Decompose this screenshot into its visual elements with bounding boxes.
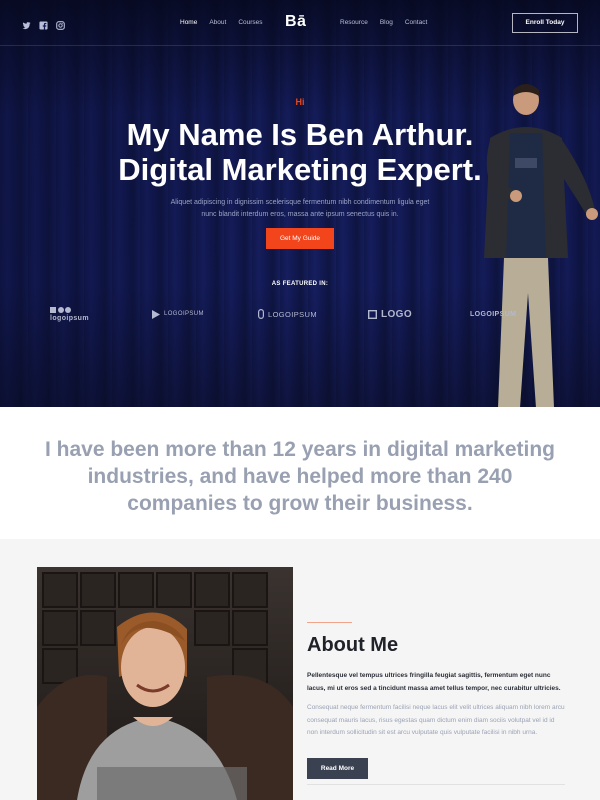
logoipsum-drop-icon (258, 309, 264, 319)
social-links (22, 17, 65, 30)
about-accent-line (307, 622, 352, 623)
logoipsum-play-icon (152, 309, 160, 319)
about-section: About Me Pellentesque vel tempus ultrice… (0, 539, 600, 800)
brand-logo-3: LOGOIPSUM (258, 303, 317, 325)
logoipsum-mark-icon (50, 306, 71, 313)
instagram-icon[interactable] (56, 17, 65, 30)
hero-headline-line2: Digital Marketing Expert. (118, 152, 482, 187)
facebook-icon[interactable] (39, 17, 48, 30)
nav-link-blog[interactable]: Blog (380, 19, 393, 26)
brand-logo-3-text: LOGOIPSUM (268, 309, 318, 319)
brand-logo-4: LOGO (368, 303, 412, 325)
about-title: About Me (307, 634, 399, 656)
portrait-image (37, 567, 293, 800)
about-lead-text: Pellentesque vel tempus ultrices fringil… (307, 672, 561, 692)
featured-logos: logoipsum LOGOIPSUM LOGOIPSUM LOGO LOGOI… (0, 303, 600, 325)
hero-greeting: Hi (295, 97, 305, 107)
hero-section: Home About Courses Bā Resource Blog Cont… (0, 0, 600, 407)
brand-logo-1: logoipsum (50, 303, 89, 325)
nav-links-right: Resource Blog Contact (340, 19, 427, 26)
brand-logo-4-text: LOGO (381, 308, 413, 320)
brand-logo-2-text: LOGOIPSUM (164, 311, 204, 317)
featured-in-label: AS FEATURED IN: (271, 281, 329, 287)
nav-links-left: Home About Courses (180, 19, 263, 26)
twitter-icon[interactable] (22, 17, 31, 30)
hero-subtext: Aliquet adipiscing in dignissim sceleris… (170, 199, 430, 218)
experience-statement: I have been more than 12 years in digita… (44, 438, 555, 515)
site-logo[interactable]: Bā (285, 13, 306, 31)
enroll-today-button[interactable]: Enroll Today (512, 13, 578, 33)
nav-link-home[interactable]: Home (180, 19, 197, 26)
brand-logo-5: LOGOIPSUM (470, 303, 516, 325)
brand-logo-5-text: LOGOIPSUM (470, 310, 517, 318)
brand-logo-1-text: logoipsum (50, 314, 89, 322)
hero-headline-line1: My Name Is Ben Arthur. (126, 117, 474, 152)
top-navigation: Home About Courses Bā Resource Blog Cont… (0, 0, 600, 46)
logo-square-icon (368, 309, 377, 319)
about-photo (37, 567, 293, 800)
nav-link-courses[interactable]: Courses (238, 19, 262, 26)
brand-logo-2: LOGOIPSUM (152, 303, 204, 325)
nav-link-about[interactable]: About (209, 19, 226, 26)
read-more-button[interactable]: Read More (307, 758, 368, 779)
hero-headline: My Name Is Ben Arthur. Digital Marketing… (0, 117, 600, 187)
nav-link-contact[interactable]: Contact (405, 19, 427, 26)
statement-section: I have been more than 12 years in digita… (0, 407, 600, 539)
nav-link-resource[interactable]: Resource (340, 19, 368, 26)
about-body-text: Consequat neque fermentum facilisi neque… (307, 704, 565, 736)
about-divider (307, 784, 565, 785)
get-my-guide-button[interactable]: Get My Guide (266, 228, 334, 249)
